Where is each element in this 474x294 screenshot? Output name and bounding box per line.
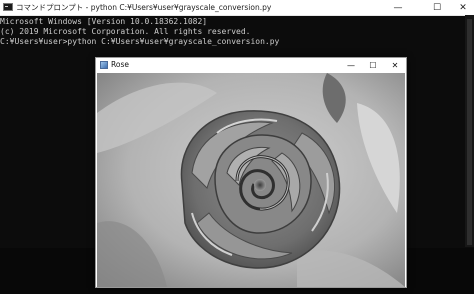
console-title: コマンドプロンプト - python C:¥Users¥user¥graysca…: [16, 3, 272, 12]
console-title-bar[interactable]: コマンドプロンプト - python C:¥Users¥user¥graysca…: [0, 0, 474, 16]
console-app-icon: [3, 3, 13, 11]
image-minimize-button[interactable]: —: [340, 58, 362, 72]
image-window-title: Rose: [111, 60, 129, 69]
console-maximize-button[interactable]: ☐: [422, 0, 452, 15]
console-line: Microsoft Windows [Version 10.0.18362.10…: [0, 17, 208, 26]
image-maximize-button[interactable]: ☐: [362, 58, 384, 72]
rose-image: [97, 73, 405, 287]
image-window: Rose — ☐ ✕: [95, 57, 407, 288]
window-app-icon: [100, 61, 108, 69]
console-line: C:¥Users¥user>python C:¥Users¥user¥grays…: [0, 37, 280, 46]
console-output[interactable]: Microsoft Windows [Version 10.0.18362.10…: [0, 17, 279, 47]
image-window-title-bar[interactable]: Rose — ☐ ✕: [96, 58, 406, 72]
console-scrollbar[interactable]: [465, 15, 474, 247]
image-close-button[interactable]: ✕: [384, 58, 406, 72]
image-canvas: [97, 73, 405, 287]
console-minimize-button[interactable]: —: [383, 0, 413, 15]
console-close-button[interactable]: ✕: [452, 0, 474, 15]
console-scrollbar-thumb[interactable]: [467, 19, 472, 245]
console-line: (c) 2019 Microsoft Corporation. All righ…: [0, 27, 251, 36]
